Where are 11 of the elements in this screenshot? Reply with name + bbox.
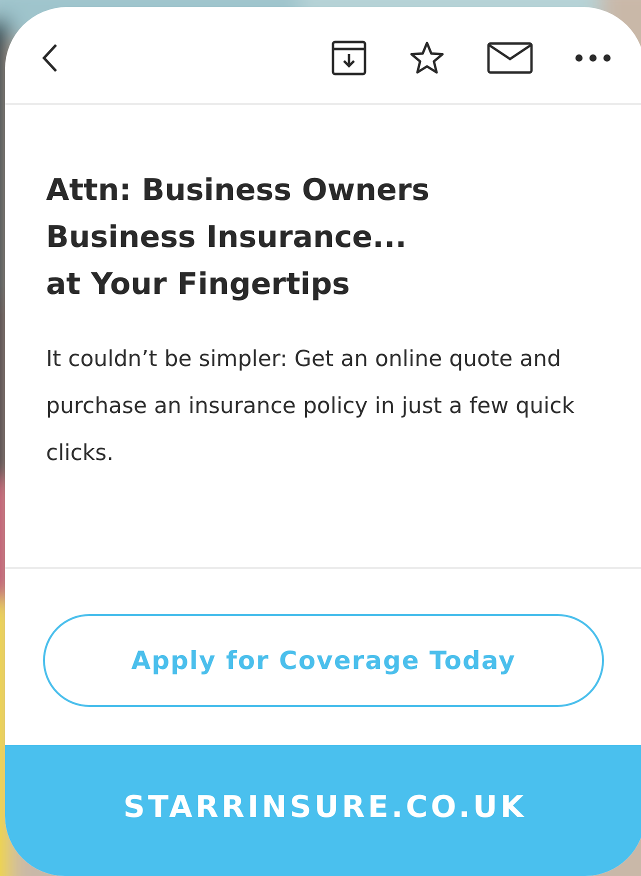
website-link[interactable]: STARRINSURE.CO.UK <box>123 790 527 825</box>
headline: Attn: Business Owners <box>46 172 430 210</box>
more-icon[interactable] <box>575 53 611 63</box>
headline: Business Insurance... <box>46 219 408 257</box>
archive-icon[interactable] <box>331 40 367 76</box>
apply-button[interactable]: Apply for Coverage Today <box>43 614 604 706</box>
mail-icon[interactable] <box>487 42 533 74</box>
headline: at Your Fingertips <box>46 266 351 304</box>
back-icon[interactable] <box>41 43 59 73</box>
star-icon[interactable] <box>409 41 445 75</box>
body-text: It couldn’t be simpler: Get an online quote and purchase an insurance policy in just a few quick clicks. <box>46 346 576 468</box>
